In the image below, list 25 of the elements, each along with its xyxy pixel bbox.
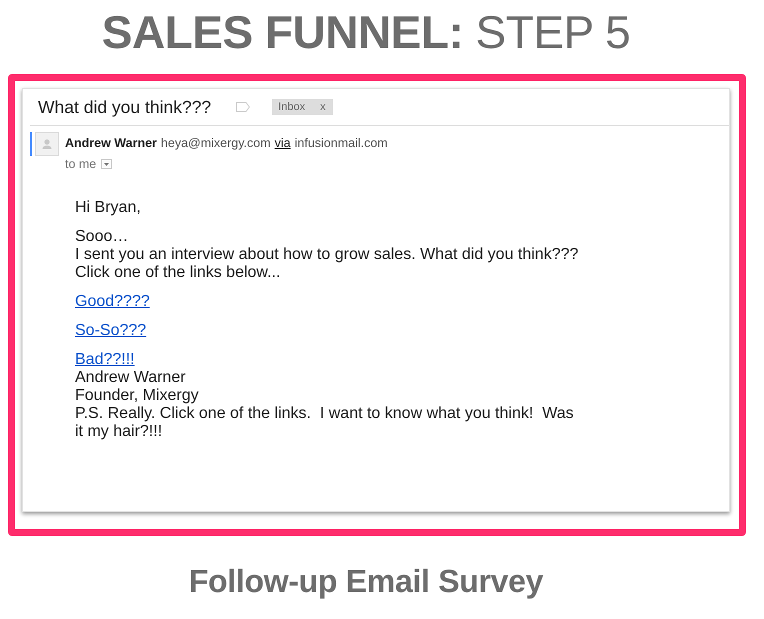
body-text: I sent you an interview about how to grow sales. What did you think??? <box>75 246 580 264</box>
label-text: Inbox <box>278 101 306 113</box>
email-subject: What did you think??? <box>38 96 212 118</box>
avatar-icon <box>35 132 59 156</box>
survey-link[interactable]: Good???? <box>75 293 150 310</box>
body-text: P.S. Really. Click one of the links. I want to know what you think! Was it my hair?!!! <box>75 405 575 441</box>
survey-link[interactable]: Bad??!!! <box>75 351 135 368</box>
body-text: Click one of the links below... <box>75 264 282 282</box>
body-text: Andrew Warner <box>75 369 187 387</box>
sender-name: Andrew Warner <box>65 136 157 150</box>
sender-domain: infusionmail.com <box>294 136 388 150</box>
recipient-text: to me <box>65 157 96 171</box>
via-link[interactable]: via <box>274 136 291 150</box>
remove-label-button[interactable]: x <box>320 101 326 113</box>
sender-email: heya@mixergy.com <box>160 136 271 150</box>
body-text: Founder, Mixergy <box>75 387 200 405</box>
accent-bar <box>30 132 32 156</box>
body-text: Sooo… <box>75 228 130 246</box>
details-dropdown-button[interactable] <box>101 159 112 169</box>
page-title: SALES FUNNEL: STEP 5 <box>102 8 630 56</box>
label-chip[interactable]: Inbox x <box>272 99 333 115</box>
survey-link[interactable]: So-So??? <box>75 322 146 339</box>
caption-text: Follow-up Email Survey <box>188 562 544 601</box>
caret-icon <box>104 162 110 166</box>
body-text: Hi Bryan, <box>75 199 142 217</box>
